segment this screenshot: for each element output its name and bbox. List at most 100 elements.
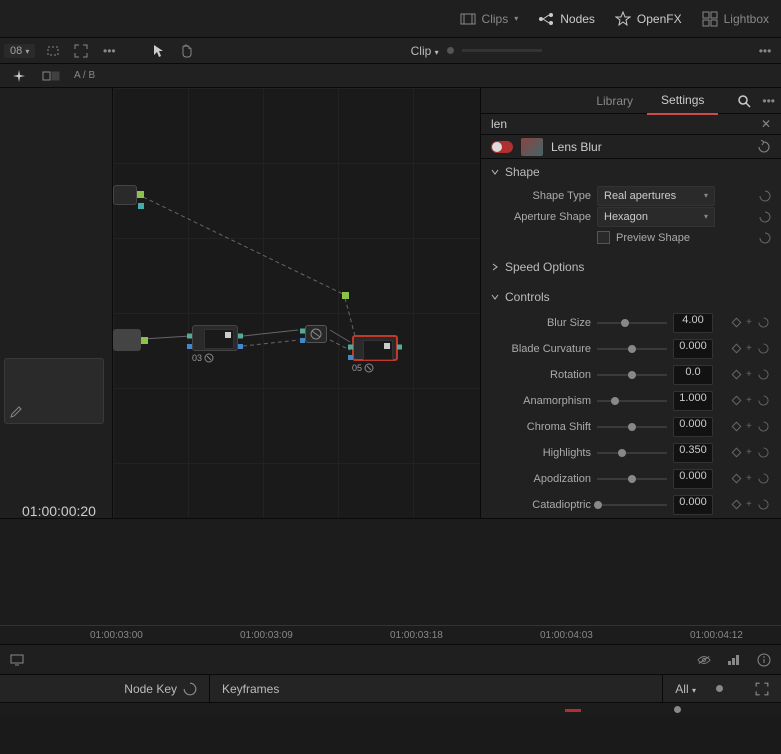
highlights-keyframe[interactable] (732, 448, 742, 458)
hand-tool[interactable] (177, 43, 197, 59)
node-05-thumb (363, 340, 393, 360)
reset-aperture[interactable] (759, 211, 771, 223)
pointer-tool[interactable] (149, 43, 169, 59)
anamorphism-reset[interactable] (758, 395, 769, 406)
apodization-input[interactable]: 0.000 (673, 469, 713, 489)
blade_curvature-reset[interactable] (758, 343, 769, 354)
toolbar-more-right[interactable]: ••• (755, 43, 775, 59)
nodes-button[interactable]: Nodes (538, 11, 595, 27)
reset-preview-shape[interactable] (759, 232, 771, 244)
anamorphism-keyframe[interactable] (732, 396, 742, 406)
node-03[interactable]: 03 (192, 325, 238, 363)
catadioptric-reset[interactable] (758, 499, 769, 510)
param-chroma_shift: Chroma Shift0.000+ (481, 414, 781, 440)
bars-icon[interactable] (727, 653, 741, 667)
blade_curvature-slider[interactable] (597, 339, 667, 359)
more-icon[interactable]: ••• (99, 43, 119, 59)
clear-search[interactable]: ✕ (761, 117, 771, 131)
anamorphism-slider[interactable] (597, 391, 667, 411)
chroma_shift-add-keyframe[interactable]: + (746, 421, 752, 432)
anamorphism-add-keyframe[interactable]: + (746, 395, 752, 406)
apodization-keyframe[interactable] (732, 474, 742, 484)
section-shape[interactable]: Shape (481, 159, 781, 185)
node-key-label[interactable]: Node Key (124, 682, 177, 696)
catadioptric-keyframe[interactable] (732, 500, 742, 510)
reset-shape-type[interactable] (759, 190, 771, 202)
tab-library[interactable]: Library (582, 88, 647, 114)
apodization-add-keyframe[interactable]: + (746, 473, 752, 484)
node-input-top[interactable] (113, 185, 137, 205)
sparkle-icon[interactable] (10, 69, 28, 83)
section-speed[interactable]: Speed Options (481, 254, 781, 280)
expand-keyframes-icon[interactable] (755, 682, 769, 696)
blade_curvature-input[interactable]: 0.000 (673, 339, 713, 359)
node-editor[interactable]: 03 05 01:00:00:20 (0, 88, 481, 518)
chroma_shift-slider[interactable] (597, 417, 667, 437)
highlight-icon[interactable] (43, 43, 63, 59)
inspector-more[interactable]: ••• (762, 94, 775, 108)
blur_size-slider[interactable] (597, 313, 667, 333)
effect-reset-icon[interactable] (757, 140, 771, 154)
clips-button[interactable]: Clips ▾ (460, 11, 519, 27)
highlights-slider[interactable] (597, 443, 667, 463)
aperture-dropdown[interactable]: Hexagon▾ (597, 207, 715, 227)
apodization-reset[interactable] (758, 473, 769, 484)
expand-icon[interactable] (71, 43, 91, 59)
rotation-add-keyframe[interactable]: + (746, 369, 752, 380)
anamorphism-input[interactable]: 1.000 (673, 391, 713, 411)
highlights-reset[interactable] (758, 447, 769, 458)
eye-off-icon[interactable] (697, 653, 711, 667)
keyframes-label[interactable]: Keyframes (222, 682, 279, 696)
search-input[interactable] (491, 117, 761, 131)
ruler-tick: 01:00:04:12 (690, 630, 743, 641)
effect-enable-toggle[interactable] (491, 141, 513, 153)
section-controls[interactable]: Controls (481, 284, 781, 310)
blur_size-keyframe[interactable] (732, 318, 742, 328)
monitor-icon[interactable] (10, 653, 24, 667)
bottom-thin-strip[interactable] (0, 702, 781, 716)
catadioptric-slider[interactable] (597, 495, 667, 515)
free-green-dot[interactable] (342, 292, 349, 299)
blur_size-reset[interactable] (758, 317, 769, 328)
highlights-input[interactable]: 0.350 (673, 443, 713, 463)
clip-selector[interactable]: Clip ▾ (411, 44, 439, 58)
ruler-tick: 01:00:04:03 (540, 630, 593, 641)
chevron-down-icon (491, 293, 499, 301)
node-output-green (137, 191, 144, 198)
apodization-slider[interactable] (597, 469, 667, 489)
frame-dropdown[interactable]: 08 ▾ (4, 44, 35, 58)
blade_curvature-add-keyframe[interactable]: + (746, 343, 752, 354)
blade_curvature-label: Blade Curvature (491, 343, 591, 355)
search-button[interactable] (732, 89, 756, 113)
strip-playhead[interactable] (674, 706, 681, 713)
split-icon[interactable] (42, 69, 60, 83)
catadioptric-add-keyframe[interactable]: + (746, 499, 752, 510)
timeline-ruler[interactable]: 01:00:03:0001:00:03:0901:00:03:1801:00:0… (0, 625, 781, 645)
preview-shape-checkbox[interactable] (597, 231, 610, 244)
rotation-reset[interactable] (758, 369, 769, 380)
shape-type-dropdown[interactable]: Real apertures▾ (597, 186, 715, 206)
catadioptric-input[interactable]: 0.000 (673, 495, 713, 515)
blade_curvature-keyframe[interactable] (732, 344, 742, 354)
node-input-mid[interactable] (113, 329, 141, 351)
keyframe-marker[interactable] (716, 685, 723, 692)
chroma_shift-reset[interactable] (758, 421, 769, 432)
blur_size-input[interactable]: 4.00 (673, 313, 713, 333)
rotation-keyframe[interactable] (732, 370, 742, 380)
node-05[interactable]: 05 (352, 335, 398, 373)
chroma_shift-keyframe[interactable] (732, 422, 742, 432)
node-mixer[interactable] (305, 325, 327, 343)
all-dropdown[interactable]: All ▾ (675, 682, 696, 696)
lightbox-button[interactable]: Lightbox (702, 11, 769, 27)
info-icon[interactable] (757, 653, 771, 667)
highlights-add-keyframe[interactable]: + (746, 447, 752, 458)
clip-thumbnail[interactable] (4, 358, 104, 424)
rotation-input[interactable]: 0.0 (673, 365, 713, 385)
reset-node-key[interactable] (183, 682, 197, 696)
blur_size-add-keyframe[interactable]: + (746, 317, 752, 328)
openfx-button[interactable]: OpenFX (615, 11, 682, 27)
tab-settings[interactable]: Settings (647, 87, 718, 115)
rotation-slider[interactable] (597, 365, 667, 385)
ab-label[interactable]: A / B (74, 70, 95, 81)
chroma_shift-input[interactable]: 0.000 (673, 417, 713, 437)
